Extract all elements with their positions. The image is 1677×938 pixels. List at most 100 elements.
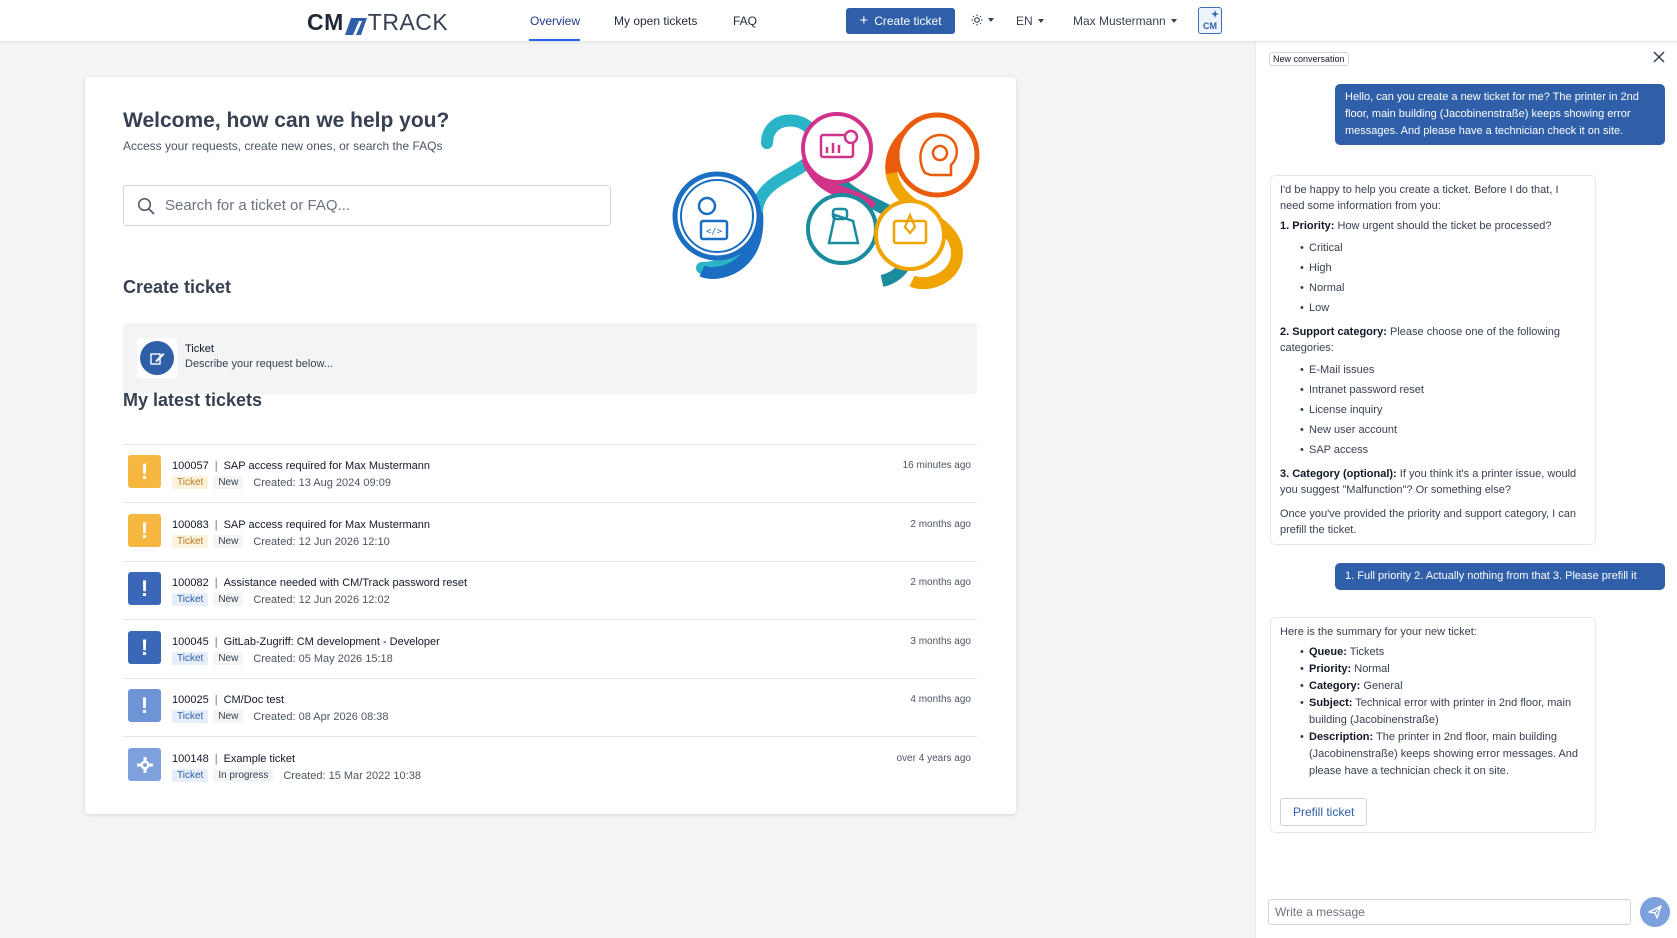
ticket-age: 3 months ago [910, 636, 971, 647]
ticket-id: 100082 [172, 577, 209, 589]
assistant-toggle-button[interactable]: CM [1198, 7, 1222, 34]
create-ticket-button[interactable]: + Create ticket [846, 8, 955, 34]
summary-item: Category: General [1280, 678, 1586, 695]
ticket-subject: Assistance needed with CM/Track password… [223, 577, 468, 589]
exclamation-icon: ! [128, 514, 161, 547]
ticket-row[interactable]: 100148 | Example ticket Ticket In progress C… [123, 738, 977, 796]
exclamation-icon: ! [128, 455, 161, 488]
summary-label: Description: [1309, 731, 1374, 743]
hero-illustration: </> [672, 112, 980, 290]
conversation-label[interactable]: New conversation [1269, 52, 1349, 66]
summary-item: Subject: Technical error with printer in… [1280, 695, 1586, 729]
status-badge: New [213, 593, 244, 606]
ticket-title-line: 100057 | SAP access required for Max Muste… [172, 460, 430, 472]
latest-tickets-heading: My latest tickets [123, 390, 263, 410]
separator: | [214, 636, 218, 648]
chat-panel: New conversation Hello, can you create a… [1255, 42, 1677, 938]
ticket-created: Created: 05 May 2026 15:18 [253, 652, 393, 665]
summary-item: Priority: Normal [1280, 661, 1586, 678]
message-input[interactable] [1268, 899, 1631, 925]
separator: | [214, 577, 218, 589]
message-text: Once you've provided the priority and su… [1280, 508, 1577, 536]
ticket-meta: Ticket New Created: 08 Apr 2026 08:38 [172, 710, 389, 723]
ticket-created: Created: 15 Mar 2022 10:38 [283, 769, 421, 782]
ticket-subject: CM/Doc test [223, 694, 285, 706]
prefill-ticket-button[interactable]: Prefill ticket [1280, 798, 1368, 826]
status-badge: New [213, 535, 244, 548]
ticket-row[interactable]: ! 100045 | GitLab-Zugriff: CM development … [123, 621, 977, 679]
ticket-created: Created: 12 Jun 2026 12:02 [253, 593, 390, 606]
exclamation-icon: ! [128, 572, 161, 605]
ticket-row[interactable]: ! 100025 | CM/Doc test Ticket New Created: 0… [123, 679, 977, 737]
ticket-id: 100045 [172, 636, 209, 648]
top-header: CM TRACK Overview My open tickets FAQ + … [0, 0, 1677, 42]
ticket-id: 100083 [172, 519, 209, 531]
summary-label: Subject: [1309, 697, 1353, 709]
active-tab-indicator [529, 39, 580, 41]
question-text: How urgent should the ticket be processe… [1337, 220, 1552, 232]
list-item: Normal [1280, 278, 1586, 298]
chevron-down-icon [1170, 19, 1177, 23]
ticket-row[interactable]: ! 100083 | SAP access required for Max Mus… [123, 504, 977, 562]
assistant-message: I'd be happy to help you create a ticket… [1270, 175, 1596, 545]
edit-icon-wrapper [137, 338, 177, 378]
sun-icon [971, 14, 983, 26]
ticket-row[interactable]: ! 100057 | SAP access required for Max Mus… [123, 445, 977, 503]
ticket-title-line: 100082 | Assistance needed with CM/Track p… [172, 577, 467, 589]
language-select[interactable]: EN [1016, 14, 1044, 28]
separator: | [214, 519, 218, 531]
ticket-age: 4 months ago [910, 694, 971, 705]
create-option-title: Ticket [185, 343, 214, 355]
priority-options: Critical High Normal Low [1280, 238, 1586, 318]
cm-track-logo[interactable]: CM TRACK [307, 9, 448, 36]
list-item: New user account [1280, 420, 1586, 440]
send-icon [1648, 905, 1662, 919]
user-message: 1. Full priority 2. Actually nothing fro… [1335, 563, 1665, 590]
ticket-id: 100057 [172, 460, 209, 472]
question-label: 3. Category (optional): [1280, 468, 1397, 480]
ticket-subject: GitLab-Zugriff: CM development - Develop… [223, 636, 440, 648]
create-option-description: Describe your request below... [185, 358, 333, 370]
create-ticket-label: Create ticket [874, 14, 942, 28]
ticket-type-badge: Ticket [172, 535, 209, 548]
main-card: Welcome, how can we help you? Access you… [85, 77, 1016, 814]
theme-toggle[interactable] [971, 14, 994, 26]
list-item: E-Mail issues [1280, 360, 1586, 380]
summary-label: Priority: [1309, 663, 1352, 675]
category-options: E-Mail issues Intranet password reset Li… [1280, 360, 1586, 460]
ticket-type-badge: Ticket [172, 769, 209, 782]
list-item: Low [1280, 298, 1586, 318]
nav-overview[interactable]: Overview [530, 14, 580, 28]
ticket-title-line: 100083 | SAP access required for Max Muste… [172, 519, 430, 531]
status-badge: New [213, 652, 244, 665]
ticket-created: Created: 12 Jun 2026 12:10 [253, 535, 390, 548]
exclamation-icon: ! [128, 689, 161, 722]
ticket-age: over 4 years ago [896, 753, 972, 764]
user-menu[interactable]: Max Mustermann [1073, 14, 1177, 28]
status-badge: In progress [213, 769, 274, 782]
ticket-subject: Example ticket [223, 753, 296, 765]
summary-value: Normal [1354, 663, 1390, 675]
svg-text:</>: </> [706, 227, 723, 237]
ticket-age: 2 months ago [910, 577, 971, 588]
create-ticket-option[interactable]: Ticket Describe your request below... [123, 323, 977, 394]
ticket-meta: Ticket New Created: 12 Jun 2026 12:02 [172, 593, 390, 606]
assistant-badge-label: CM [1203, 21, 1217, 31]
nav-my-open-tickets[interactable]: My open tickets [614, 14, 697, 28]
ticket-summary: Queue: Tickets Priority: Normal Category… [1280, 644, 1586, 780]
user-message: Hello, can you create a new ticket for m… [1335, 84, 1665, 145]
search-box[interactable] [123, 185, 611, 226]
search-input[interactable] [165, 197, 605, 214]
ticket-type-badge: Ticket [172, 710, 209, 723]
ticket-row[interactable]: ! 100082 | Assistance needed with CM/Track… [123, 562, 977, 620]
message-text: Here is the summary for your new ticket: [1280, 626, 1477, 638]
search-icon [137, 197, 155, 214]
summary-value: Tickets [1349, 646, 1385, 658]
close-icon[interactable] [1653, 50, 1665, 68]
nav-faq[interactable]: FAQ [733, 14, 757, 28]
chevron-down-icon [988, 18, 994, 22]
separator: | [214, 694, 218, 706]
ticket-subject: SAP access required for Max Mustermann [223, 460, 431, 472]
send-button[interactable] [1640, 897, 1670, 927]
ticket-title-line: 100045 | GitLab-Zugriff: CM development - … [172, 636, 440, 648]
